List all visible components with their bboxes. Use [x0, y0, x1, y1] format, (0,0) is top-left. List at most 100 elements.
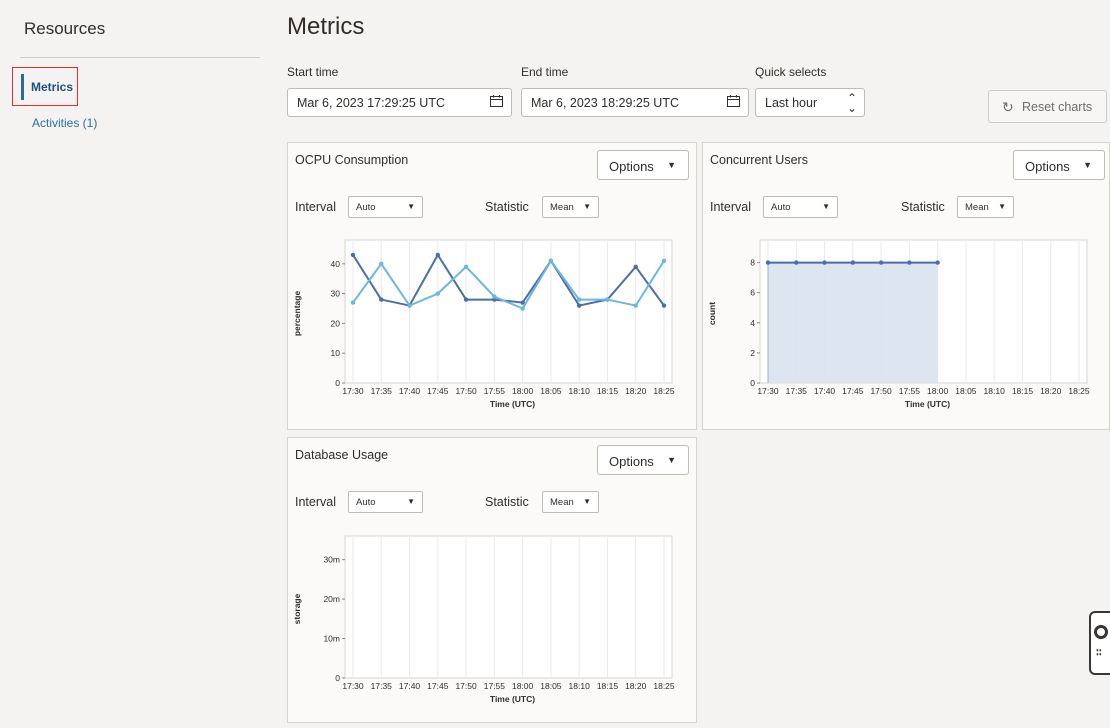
x-tick-label: 18:25: [653, 386, 675, 396]
data-point: [576, 303, 582, 308]
x-tick-label: 18:15: [597, 681, 619, 691]
up-down-arrows-icon: ⌃ ⌄: [846, 91, 857, 115]
x-tick-label: 17:45: [427, 681, 449, 691]
x-tick-label: 17:30: [342, 681, 364, 691]
data-point: [794, 260, 799, 265]
sidebar-item-label: Metrics: [31, 80, 74, 94]
data-point: [350, 300, 356, 305]
end-time-label: End time: [521, 65, 569, 79]
start-time-field[interactable]: Mar 6, 2023 17:29:25 UTC: [287, 88, 512, 117]
data-point: [379, 297, 384, 302]
quick-selects-dropdown[interactable]: Last hour ⌃ ⌄: [755, 88, 865, 117]
help-lifebuoy-icon: [1094, 625, 1108, 639]
y-tick-label: 0: [335, 378, 340, 388]
data-point: [907, 260, 912, 265]
x-tick-label: 18:05: [540, 681, 562, 691]
resources-heading: Resources: [24, 19, 106, 38]
data-point: [520, 306, 525, 311]
data-point: [633, 264, 638, 270]
y-tick-label: 30m: [323, 555, 340, 565]
x-tick-label: 17:50: [455, 681, 477, 691]
x-tick-label: 18:20: [625, 386, 647, 396]
y-axis-label: storage: [292, 593, 302, 624]
quick-selects-value: Last hour: [765, 96, 818, 110]
quick-selects-label: Quick selects: [755, 65, 827, 79]
refresh-icon: ↻: [1002, 99, 1014, 115]
sidebar-item-metrics[interactable]: Metrics: [12, 67, 78, 106]
start-time-value: Mar 6, 2023 17:29:25 UTC: [297, 96, 445, 110]
data-point: [492, 294, 497, 299]
x-tick-label: 18:05: [540, 386, 562, 396]
selected-indicator: [21, 74, 24, 100]
data-point: [463, 297, 469, 302]
x-tick-label: 18:10: [569, 386, 591, 396]
data-point: [822, 260, 827, 265]
data-point: [605, 297, 610, 302]
grid-dots-icon: ∶∶: [1096, 647, 1102, 659]
x-tick-label: 18:25: [1068, 386, 1090, 396]
x-tick-label: 17:55: [484, 386, 506, 396]
data-point: [850, 260, 856, 265]
data-point: [548, 258, 554, 264]
y-tick-label: 30: [331, 289, 341, 299]
x-tick-label: 18:05: [955, 386, 977, 396]
y-tick-label: 6: [750, 288, 755, 298]
calendar-icon[interactable]: [727, 95, 740, 107]
help-widget[interactable]: ∶∶: [1089, 611, 1110, 675]
x-tick-label: 17:55: [899, 386, 921, 396]
x-tick-label: 18:00: [927, 386, 949, 396]
end-time-value: Mar 6, 2023 18:29:25 UTC: [531, 96, 679, 110]
reset-charts-label: Reset charts: [1022, 100, 1093, 114]
x-tick-label: 17:55: [484, 681, 506, 691]
end-time-field[interactable]: Mar 6, 2023 18:29:25 UTC: [521, 88, 749, 117]
concurrent-users-panel: Concurrent Users Options ▼ Interval Auto…: [702, 142, 1110, 430]
x-tick-label: 17:45: [842, 386, 864, 396]
sidebar-divider: [20, 57, 260, 58]
x-tick-label: 18:00: [512, 386, 534, 396]
area-fill: [768, 262, 938, 383]
data-point: [576, 297, 582, 302]
x-tick-label: 18:15: [597, 386, 619, 396]
x-axis-label: Time (UTC): [490, 399, 535, 409]
ocpu-consumption-panel: OCPU Consumption Options ▼ Interval Auto…: [287, 142, 697, 430]
concurrent-users-chart: 0 2 4 6 8 17:30 17:35 17:40 17:45 17:50 17:55 18:00…: [707, 239, 1090, 409]
data-point: [765, 260, 771, 265]
data-point: [435, 252, 441, 258]
data-point: [407, 303, 412, 308]
data-point: [435, 291, 441, 296]
x-tick-label: 17:30: [342, 386, 364, 396]
y-tick-label: 10: [331, 348, 341, 358]
x-tick-label: 18:00: [512, 681, 534, 691]
reset-charts-button[interactable]: ↻ Reset charts: [988, 90, 1107, 123]
data-point: [878, 260, 884, 265]
database-usage-panel: Database Usage Options ▼ Interval Auto ▼…: [287, 437, 697, 723]
x-tick-label: 17:45: [427, 386, 449, 396]
y-tick-label: 0: [750, 378, 755, 388]
x-axis-label: Time (UTC): [905, 399, 950, 409]
data-point: [935, 260, 940, 265]
x-tick-label: 17:50: [870, 386, 892, 396]
calendar-icon[interactable]: [490, 95, 503, 107]
x-tick-label: 18:25: [653, 681, 675, 691]
start-time-label: Start time: [287, 65, 339, 79]
page-title: Metrics: [287, 13, 365, 40]
database-usage-chart: 0 10m 20m 30m 17:30 17:35 17:40 17:45 17:50 17:55…: [292, 535, 675, 704]
ocpu-chart: 0 10 20 30 40 17:30 17:35 17:40 17:45 17:50 17:55 1…: [292, 239, 675, 409]
y-tick-label: 10m: [323, 634, 340, 644]
x-tick-label: 17:40: [399, 386, 421, 396]
x-tick-label: 17:35: [371, 681, 393, 691]
plot-area: [344, 535, 673, 679]
x-axis-label: Time (UTC): [490, 694, 535, 704]
data-point: [350, 252, 356, 258]
x-tick-label: 17:40: [399, 681, 421, 691]
y-tick-label: 40: [331, 259, 341, 269]
data-point: [379, 261, 384, 267]
sidebar-item-activities[interactable]: Activities (1): [32, 116, 97, 130]
data-point: [661, 303, 667, 308]
y-tick-label: 8: [750, 258, 755, 268]
x-tick-label: 18:20: [625, 681, 647, 691]
x-tick-label: 18:20: [1040, 386, 1062, 396]
x-tick-label: 17:40: [814, 386, 836, 396]
x-tick-label: 17:30: [757, 386, 779, 396]
plot-area: [344, 239, 673, 384]
